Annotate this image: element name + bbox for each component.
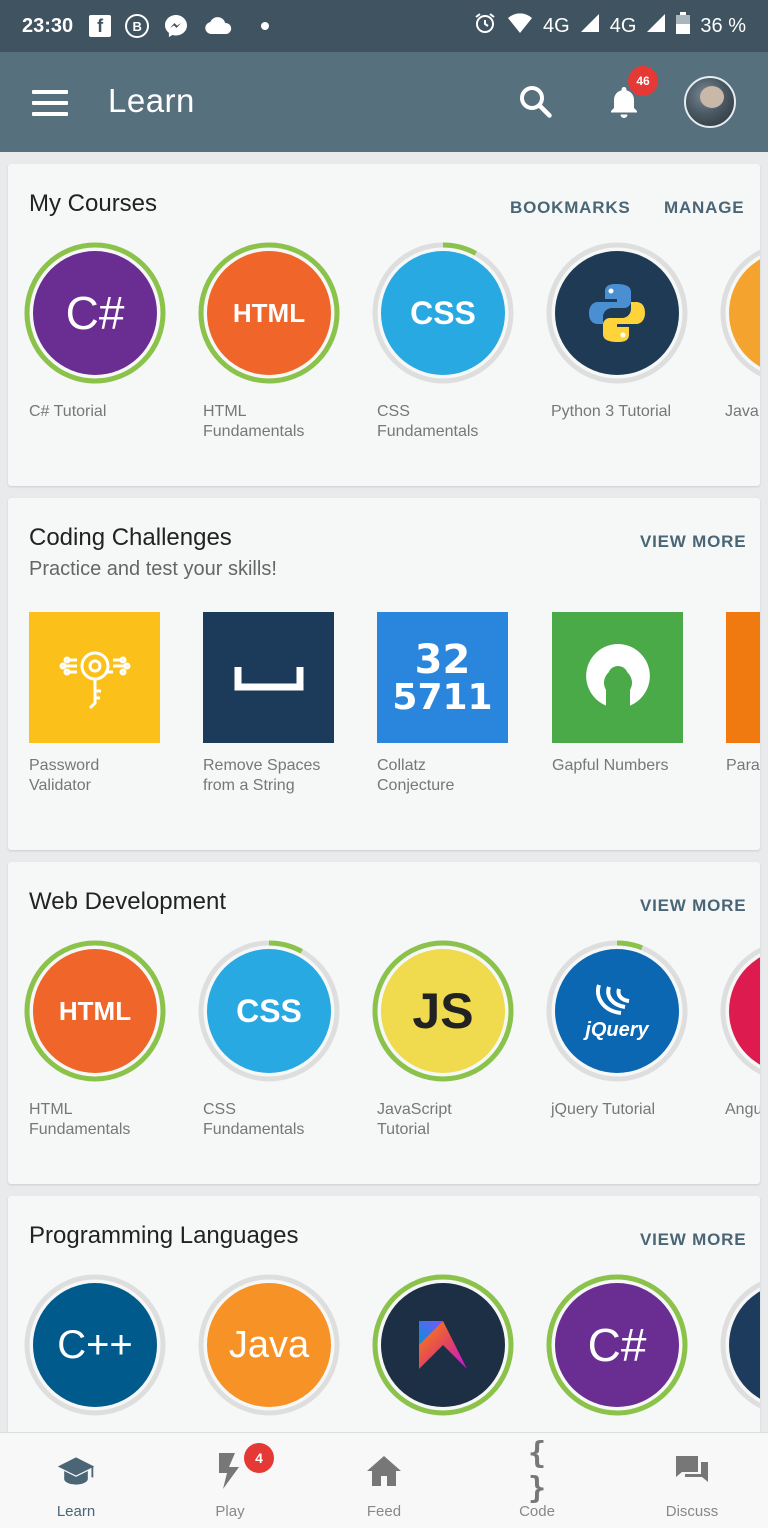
nav-feed-label: Feed bbox=[366, 1503, 402, 1520]
javascript-icon: JS bbox=[381, 949, 505, 1073]
bookmarks-button[interactable]: BOOKMARKS bbox=[510, 198, 631, 218]
network-label-1: 4G bbox=[543, 14, 570, 37]
dot-icon bbox=[261, 22, 270, 30]
code-braces-icon: { } bbox=[527, 1436, 547, 1506]
kotlin-icon bbox=[381, 1283, 505, 1407]
csharp-icon: C# bbox=[33, 251, 157, 375]
play-badge: 4 bbox=[244, 1443, 274, 1473]
chat-icon bbox=[672, 1451, 712, 1491]
css-icon: CSS bbox=[381, 251, 505, 375]
battery-icon bbox=[676, 12, 691, 40]
search-icon[interactable] bbox=[516, 82, 556, 122]
signal-icon bbox=[580, 13, 600, 39]
numbers-icon: 32 5711 bbox=[377, 612, 508, 743]
nav-play-label: Play bbox=[215, 1503, 245, 1520]
gapful-icon bbox=[552, 612, 683, 743]
jquery-icon: jQuery bbox=[555, 949, 679, 1073]
app-bar: Learn bbox=[0, 52, 768, 152]
alarm-icon bbox=[473, 11, 497, 41]
nav-feed[interactable]: Feed bbox=[324, 1433, 444, 1528]
notification-badge: 46 bbox=[628, 66, 658, 96]
page-title: Learn bbox=[108, 82, 195, 119]
course-label: JavaScript Tutorial bbox=[377, 1101, 452, 1138]
csharp-icon: C# bbox=[555, 1283, 679, 1407]
css-icon: CSS bbox=[207, 949, 331, 1073]
challenge-label: Remove Spaces from a String bbox=[203, 757, 321, 794]
course-label: Angu bbox=[725, 1101, 760, 1118]
menu-icon[interactable] bbox=[32, 90, 68, 116]
coding-challenges-card: Coding Challenges Practice and test your… bbox=[8, 498, 760, 850]
graduation-cap-icon bbox=[56, 1451, 96, 1491]
numbers-bottom: 5711 bbox=[392, 676, 493, 718]
password-validator-icon bbox=[29, 612, 160, 743]
coding-challenges-title: Coding Challenges bbox=[29, 524, 232, 551]
my-courses-card: My Courses BOOKMARKS MANAGE C# C# Tutori… bbox=[8, 164, 760, 486]
cloud-icon bbox=[203, 16, 233, 36]
web-development-title: Web Development bbox=[29, 888, 226, 915]
course-label: C# Tutorial bbox=[29, 403, 107, 420]
challenge-label: Gapful Numbers bbox=[552, 757, 669, 774]
coding-challenges-subtitle: Practice and test your skills! bbox=[29, 558, 277, 580]
bbm-icon: B bbox=[125, 14, 150, 38]
nav-discuss-label: Discuss bbox=[665, 1503, 719, 1520]
course-label: HTML Fundamentals bbox=[203, 403, 305, 440]
nav-code-label: Code bbox=[519, 1503, 555, 1520]
challenge-label: Collatz Conjecture bbox=[377, 757, 455, 794]
programming-languages-card: Programming Languages VIEW MORE C++ Java… bbox=[8, 1196, 760, 1436]
html-icon: HTML bbox=[33, 949, 157, 1073]
cpp-icon: C++ bbox=[33, 1283, 157, 1407]
course-label: CSS Fundamentals bbox=[377, 403, 479, 440]
view-more-button[interactable]: VIEW MORE bbox=[640, 532, 746, 552]
course-label: Python 3 Tutorial bbox=[551, 403, 672, 420]
bottom-navigation: Learn Play 4 Feed { } Code Discuss bbox=[0, 1432, 768, 1528]
jquery-wordmark: jQuery bbox=[585, 1018, 649, 1041]
course-label: HTML Fundamentals bbox=[29, 1101, 131, 1138]
nav-discuss[interactable]: Discuss bbox=[632, 1433, 752, 1528]
java-icon: Java bbox=[207, 1283, 331, 1407]
facebook-icon: f bbox=[89, 15, 112, 37]
my-courses-title: My Courses bbox=[29, 190, 158, 217]
challenge-label: Password Validator bbox=[29, 757, 100, 794]
web-development-card: Web Development VIEW MORE HTML HTML Fund… bbox=[8, 862, 760, 1184]
challenge-label: Para bbox=[726, 757, 760, 774]
nav-learn[interactable]: Learn bbox=[16, 1433, 136, 1528]
view-more-button[interactable]: VIEW MORE bbox=[640, 1230, 746, 1250]
view-more-button[interactable]: VIEW MORE bbox=[640, 896, 746, 916]
nav-code[interactable]: { } Code bbox=[477, 1433, 597, 1528]
messenger-icon bbox=[163, 13, 189, 39]
course-label: CSS Fundamentals bbox=[203, 1101, 305, 1138]
html-icon: HTML bbox=[207, 251, 331, 375]
challenge-tile bbox=[726, 612, 760, 743]
python-icon bbox=[555, 251, 679, 375]
nav-learn-label: Learn bbox=[56, 1503, 96, 1520]
avatar[interactable] bbox=[684, 76, 736, 128]
programming-languages-title: Programming Languages bbox=[29, 1222, 299, 1249]
course-label: jQuery Tutorial bbox=[551, 1101, 656, 1118]
space-icon bbox=[203, 612, 334, 743]
numbers-top: 32 bbox=[414, 636, 471, 683]
status-time: 23:30 bbox=[22, 14, 74, 37]
nav-play[interactable]: Play bbox=[170, 1433, 290, 1528]
status-bar: 23:30 f B 4G 4G 36 % bbox=[0, 0, 768, 52]
home-icon bbox=[364, 1451, 404, 1491]
battery-percent: 36 % bbox=[700, 14, 746, 37]
manage-button[interactable]: MANAGE bbox=[664, 198, 744, 218]
signal-icon bbox=[646, 13, 666, 39]
course-label: Java bbox=[725, 403, 759, 420]
network-label-2: 4G bbox=[609, 14, 637, 37]
wifi-icon bbox=[507, 12, 533, 40]
